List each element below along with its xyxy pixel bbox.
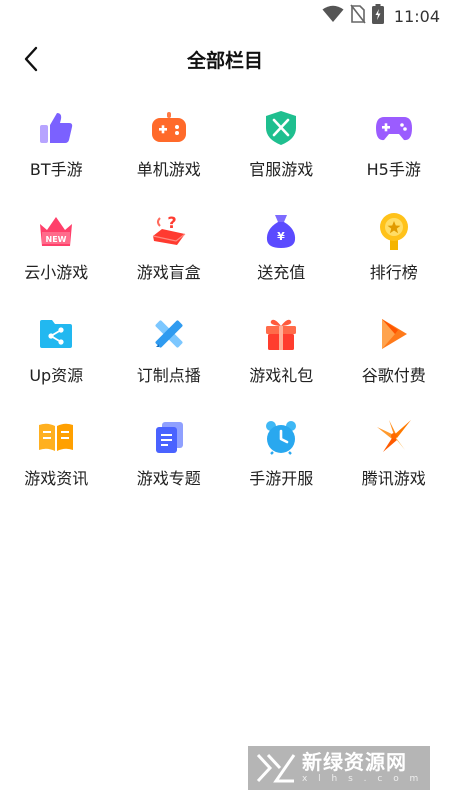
category-label: 云小游戏 bbox=[24, 263, 89, 282]
category-label: 送充值 bbox=[257, 263, 306, 282]
category-server-open[interactable]: 手游开服 bbox=[225, 409, 338, 512]
pencil-ruler-icon bbox=[149, 314, 189, 354]
category-label: 手游开服 bbox=[249, 469, 314, 488]
new-crown-icon: NEW bbox=[36, 211, 76, 251]
category-label: Up资源 bbox=[29, 366, 84, 385]
category-bt-games[interactable]: BT手游 bbox=[0, 100, 113, 203]
open-book-icon bbox=[36, 417, 76, 457]
page-title: 全部栏目 bbox=[186, 50, 263, 72]
status-icons: 11:04 bbox=[322, 4, 440, 28]
category-blind-box[interactable]: ? 游戏盲盒 bbox=[113, 203, 226, 306]
svg-text:?: ? bbox=[167, 214, 176, 232]
category-label: 官服游戏 bbox=[249, 160, 314, 179]
controller-icon bbox=[374, 108, 414, 148]
category-label: 游戏专题 bbox=[136, 469, 201, 488]
battery-charging-icon bbox=[371, 4, 384, 28]
svg-text:¥: ¥ bbox=[277, 230, 285, 243]
category-label: 谷歌付费 bbox=[361, 366, 426, 385]
category-label: 游戏资讯 bbox=[24, 469, 89, 488]
category-label: BT手游 bbox=[29, 160, 83, 179]
share-folder-icon bbox=[36, 314, 76, 354]
mystery-box-icon: ? bbox=[149, 211, 189, 251]
category-h5[interactable]: H5手游 bbox=[338, 100, 450, 203]
category-official[interactable]: 官服游戏 bbox=[225, 100, 338, 203]
watermark-brand-cn: 新绿资源网 bbox=[302, 750, 407, 774]
category-label: H5手游 bbox=[366, 160, 421, 179]
documents-icon bbox=[149, 417, 189, 457]
status-time: 11:04 bbox=[393, 6, 440, 26]
watermark-brand-en: x l h s . c o m bbox=[302, 774, 423, 784]
watermark-text: 新绿资源网 x l h s . c o m bbox=[302, 752, 422, 784]
category-single-player[interactable]: 单机游戏 bbox=[113, 100, 226, 203]
money-bag-icon: ¥ bbox=[261, 211, 301, 251]
category-label: 游戏礼包 bbox=[249, 366, 314, 385]
category-label: 排行榜 bbox=[369, 263, 418, 282]
category-game-news[interactable]: 游戏资讯 bbox=[0, 409, 113, 512]
category-ranking[interactable]: 排行榜 bbox=[338, 203, 450, 306]
wifi-icon bbox=[322, 5, 344, 27]
xlhs-logo-icon bbox=[256, 753, 296, 783]
tencent-game-icon bbox=[374, 417, 414, 457]
medal-icon bbox=[374, 211, 414, 251]
category-up-resources[interactable]: Up资源 bbox=[0, 306, 113, 409]
alarm-clock-icon bbox=[261, 417, 301, 457]
gamepad-icon bbox=[149, 108, 189, 148]
thumbs-up-icon bbox=[36, 108, 76, 148]
play-store-icon bbox=[374, 314, 414, 354]
category-label: 订制点播 bbox=[136, 366, 201, 385]
category-tencent[interactable]: 腾讯游戏 bbox=[338, 409, 450, 512]
header: 全部栏目 bbox=[0, 36, 450, 82]
shield-swords-icon bbox=[261, 108, 301, 148]
category-recharge[interactable]: ¥ 送充值 bbox=[225, 203, 338, 306]
gift-icon bbox=[261, 314, 301, 354]
no-sim-icon bbox=[350, 4, 366, 28]
category-gift-pack[interactable]: 游戏礼包 bbox=[225, 306, 338, 409]
category-label: 游戏盲盒 bbox=[136, 263, 201, 282]
category-game-topics[interactable]: 游戏专题 bbox=[113, 409, 226, 512]
status-bar: 11:04 bbox=[0, 0, 450, 32]
svg-text:NEW: NEW bbox=[46, 235, 67, 244]
watermark-logo: 新绿资源网 x l h s . c o m bbox=[248, 746, 430, 790]
category-label: 腾讯游戏 bbox=[361, 469, 426, 488]
category-custom-request[interactable]: 订制点播 bbox=[113, 306, 226, 409]
category-cloud-mini[interactable]: NEW 云小游戏 bbox=[0, 203, 113, 306]
category-label: 单机游戏 bbox=[136, 160, 201, 179]
category-google-paid[interactable]: 谷歌付费 bbox=[338, 306, 450, 409]
category-grid: BT手游 单机游戏 官服游戏 H5手游 NEW 云小游戏 ? 游戏盲盒 ¥ 送充… bbox=[0, 100, 450, 512]
